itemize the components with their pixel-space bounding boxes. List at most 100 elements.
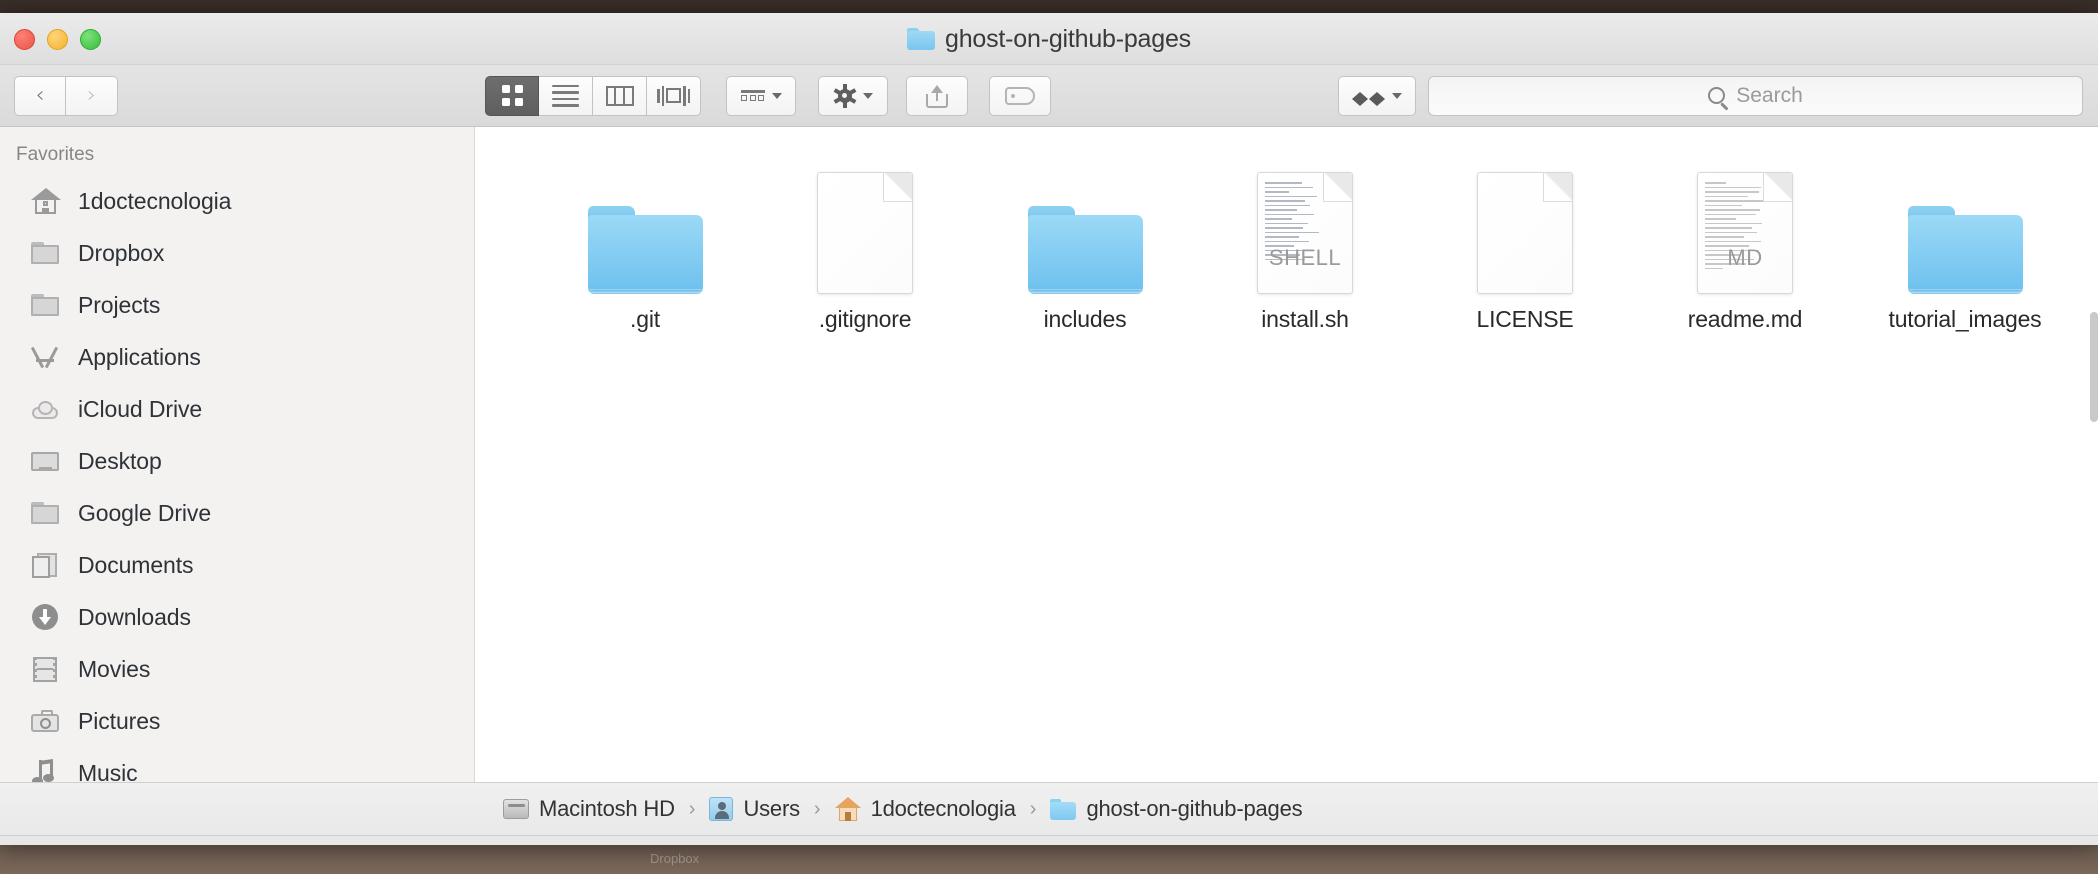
file-name: .gitignore bbox=[818, 306, 912, 332]
arrange-by-button[interactable] bbox=[726, 75, 796, 116]
chevron-down-icon bbox=[862, 92, 873, 99]
search-placeholder: Search bbox=[1736, 83, 1803, 107]
file-type-badge: SHELL bbox=[1268, 245, 1342, 270]
desktop-background-bottom: Dropbox bbox=[0, 845, 2098, 874]
dropbox-button[interactable] bbox=[1338, 75, 1416, 116]
file-name: install.sh bbox=[1261, 306, 1349, 332]
sidebar-item-documents[interactable]: Documents bbox=[0, 539, 474, 591]
downloads-icon bbox=[30, 603, 61, 631]
window-titlebar: ghost-on-github-pages bbox=[0, 13, 2098, 65]
icon-view-button[interactable] bbox=[485, 75, 539, 116]
breadcrumb-separator: › bbox=[1029, 797, 1037, 820]
pictures-icon bbox=[30, 707, 61, 735]
window-body: Favorites 1doctecnologia Dropbox Project… bbox=[0, 127, 2098, 782]
file-item-git[interactable]: .git bbox=[535, 149, 755, 333]
file-icon-art: SHELL bbox=[1257, 149, 1353, 294]
sidebar-item-icloud-drive[interactable]: iCloud Drive bbox=[0, 383, 474, 435]
sidebar-item-label: Movies bbox=[78, 655, 151, 682]
file-type-badge: MD bbox=[1727, 245, 1763, 270]
view-mode-group bbox=[485, 75, 701, 116]
sidebar-item-label: Projects bbox=[78, 291, 161, 318]
users-icon bbox=[709, 797, 734, 821]
file-item-gitignore[interactable]: .gitignore bbox=[755, 149, 975, 333]
home-icon bbox=[30, 187, 61, 215]
sidebar-item-projects[interactable]: Projects bbox=[0, 279, 474, 331]
sidebar-item-label: Music bbox=[78, 759, 138, 783]
sidebar-item-music[interactable]: Music bbox=[0, 747, 474, 782]
file-icon-art bbox=[1027, 149, 1143, 294]
file-item-includes[interactable]: includes bbox=[975, 149, 1195, 333]
file-item-license[interactable]: LICENSE bbox=[1415, 149, 1635, 333]
breadcrumb-label: Users bbox=[743, 796, 800, 821]
sidebar-item-desktop[interactable]: Desktop bbox=[0, 435, 474, 487]
vertical-scrollbar[interactable] bbox=[2090, 312, 2098, 422]
home-icon bbox=[834, 797, 861, 821]
desktop-top-strip bbox=[0, 0, 2098, 13]
list-view-button[interactable] bbox=[539, 75, 593, 116]
chevron-right-icon: › bbox=[87, 82, 96, 108]
forward-button[interactable]: › bbox=[66, 75, 118, 116]
chevron-down-icon bbox=[1392, 92, 1402, 99]
movies-icon bbox=[30, 655, 61, 683]
sidebar-item-label: Pictures bbox=[78, 707, 161, 734]
sidebar-item-label: 1doctecnologia bbox=[78, 187, 232, 214]
breadcrumb-label: Macintosh HD bbox=[539, 796, 675, 821]
status-bar: 7 items, 60,87 GB available bbox=[0, 835, 2098, 845]
sidebar-section-favorites: Favorites bbox=[16, 144, 95, 165]
harddisk-icon bbox=[503, 799, 529, 819]
file-icon-art bbox=[817, 149, 913, 294]
sidebar-item-label: Google Drive bbox=[78, 499, 212, 526]
cloud-icon bbox=[30, 395, 61, 423]
breadcrumb-item-users[interactable]: Users bbox=[709, 796, 800, 822]
gear-icon bbox=[833, 83, 856, 108]
folder-icon bbox=[30, 239, 61, 267]
sidebar-item-applications[interactable]: Applications bbox=[0, 331, 474, 383]
arrange-icon bbox=[740, 90, 765, 101]
sidebar-item-label: Documents bbox=[78, 551, 194, 578]
file-item-readme-md[interactable]: MD readme.md bbox=[1635, 149, 1855, 333]
file-name: readme.md bbox=[1687, 306, 1803, 332]
sidebar-item-dropbox[interactable]: Dropbox bbox=[0, 227, 474, 279]
desktop-ghost-label: Dropbox bbox=[650, 851, 700, 866]
sidebar-item-1doctecnologia[interactable]: 1doctecnologia bbox=[0, 175, 474, 227]
sidebar-item-label: Downloads bbox=[78, 603, 191, 630]
breadcrumb-item-1doctecnologia[interactable]: 1doctecnologia bbox=[834, 796, 1016, 822]
breadcrumb-separator: › bbox=[813, 797, 821, 820]
file-grid-area[interactable]: .git .gitignore includes SHELL install.s… bbox=[475, 127, 2098, 782]
file-icon-art: MD bbox=[1697, 149, 1793, 294]
coverflow-icon bbox=[657, 85, 690, 106]
folder-icon bbox=[30, 499, 61, 527]
breadcrumb-label: ghost-on-github-pages bbox=[1086, 796, 1303, 821]
search-input[interactable]: Search bbox=[1428, 75, 2083, 116]
sidebar-item-movies[interactable]: Movies bbox=[0, 643, 474, 695]
window-title-group: ghost-on-github-pages bbox=[0, 13, 2098, 65]
sidebar-item-label: Dropbox bbox=[78, 239, 165, 266]
share-button[interactable] bbox=[906, 75, 968, 116]
gallery-view-button[interactable] bbox=[647, 75, 701, 116]
file-item-install-sh[interactable]: SHELL install.sh bbox=[1195, 149, 1415, 333]
markdown-icon: MD bbox=[1697, 172, 1793, 294]
sidebar-item-label: Desktop bbox=[78, 447, 162, 474]
file-name: includes bbox=[1043, 306, 1127, 332]
icon-grid: .git .gitignore includes SHELL install.s… bbox=[475, 127, 2098, 333]
breadcrumb-separator: › bbox=[688, 797, 696, 820]
sidebar-item-label: iCloud Drive bbox=[78, 395, 203, 422]
page-title: ghost-on-github-pages bbox=[945, 24, 1191, 53]
sidebar-item-downloads[interactable]: Downloads bbox=[0, 591, 474, 643]
tag-button[interactable] bbox=[989, 75, 1051, 116]
file-item-tutorial-images[interactable]: tutorial_images bbox=[1855, 149, 2075, 333]
folder-icon bbox=[1050, 798, 1077, 820]
sidebar-item-google-drive[interactable]: Google Drive bbox=[0, 487, 474, 539]
music-icon bbox=[30, 759, 61, 782]
back-button[interactable]: ‹ bbox=[14, 75, 66, 116]
tag-icon bbox=[1005, 86, 1035, 105]
breadcrumb-item-ghost-on-github-pages[interactable]: ghost-on-github-pages bbox=[1050, 796, 1303, 822]
document-icon bbox=[817, 172, 913, 294]
sidebar-item-pictures[interactable]: Pictures bbox=[0, 695, 474, 747]
sidebar-item-label: Applications bbox=[78, 343, 201, 370]
folder-icon bbox=[30, 291, 61, 319]
action-menu-button[interactable] bbox=[818, 75, 888, 116]
column-view-button[interactable] bbox=[593, 75, 647, 116]
breadcrumb-item-macintosh-hd[interactable]: Macintosh HD bbox=[503, 796, 675, 822]
file-name: .git bbox=[630, 306, 660, 332]
